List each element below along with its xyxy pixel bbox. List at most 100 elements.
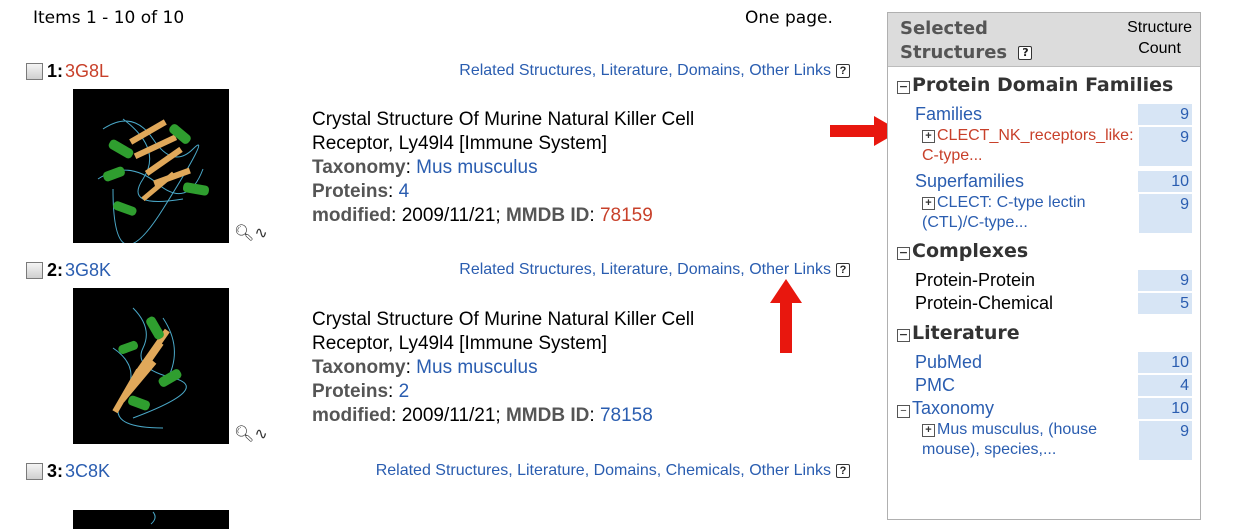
- related-structures-link[interactable]: Related Structures: [376, 462, 509, 479]
- structure-title-cont: Receptor, Ly49l4 [Immune System]: [312, 133, 607, 154]
- result-2-checkbox[interactable]: [26, 261, 43, 279]
- other-links-link[interactable]: Other Links: [749, 462, 831, 479]
- superfamily-item-count[interactable]: 9: [1138, 194, 1192, 233]
- protein-protein-row[interactable]: Protein-Protein 9: [888, 269, 1200, 292]
- superfamilies-count[interactable]: 10: [1138, 171, 1192, 192]
- pmc-count[interactable]: 4: [1138, 375, 1192, 396]
- other-links-link[interactable]: Other Links: [749, 62, 831, 79]
- modified-date: 2009/11/21;: [401, 405, 501, 426]
- result-2-description: Crystal Structure Of Murine Natural Kill…: [312, 309, 695, 426]
- count-header: Structure: [1127, 19, 1192, 36]
- mmdb-id-link[interactable]: 78159: [600, 205, 653, 226]
- expand-icon[interactable]: +: [922, 197, 935, 210]
- zoom-icon[interactable]: 🔍︎∿: [234, 223, 268, 243]
- taxonomy-link[interactable]: Taxonomy: [912, 398, 994, 418]
- related-structures-link[interactable]: Related Structures: [459, 261, 592, 278]
- result-1-description: Crystal Structure Of Murine Natural Kill…: [312, 109, 695, 226]
- zoom-icon[interactable]: 🔍︎∿: [234, 424, 268, 444]
- mmdb-label: MMDB ID: [505, 205, 590, 226]
- collapse-icon[interactable]: −: [897, 81, 910, 94]
- result-number: 1:: [47, 60, 64, 81]
- taxonomy-link[interactable]: Mus musculus: [416, 357, 537, 378]
- section-domain-families[interactable]: − Protein Domain Families: [888, 71, 1200, 99]
- modified-label: modified: [312, 405, 392, 426]
- pubmed-count[interactable]: 10: [1138, 352, 1192, 373]
- section-literature[interactable]: − Literature: [888, 319, 1200, 347]
- help-icon[interactable]: ?: [836, 262, 850, 277]
- protein-chemical-row[interactable]: Protein-Chemical 5: [888, 292, 1200, 315]
- accession-link[interactable]: 3G8L: [65, 61, 109, 82]
- superfamily-item-label[interactable]: CLECT: C-type lectin (CTL)/C-type...: [922, 194, 1086, 231]
- chemicals-link[interactable]: Chemicals: [666, 462, 741, 479]
- help-icon[interactable]: ?: [836, 463, 850, 478]
- accession-link[interactable]: 3G8K: [65, 260, 111, 281]
- collapse-icon[interactable]: −: [897, 247, 910, 260]
- collapse-icon[interactable]: −: [897, 405, 910, 418]
- superfamilies-link[interactable]: Superfamilies: [915, 170, 1024, 193]
- help-icon[interactable]: ?: [836, 63, 850, 78]
- domains-link[interactable]: Domains: [677, 261, 740, 278]
- protein-protein-count[interactable]: 9: [1138, 270, 1192, 291]
- protein-chemical-count[interactable]: 5: [1138, 293, 1192, 314]
- result-1-links: Related Structures, Literature, Domains,…: [330, 60, 850, 82]
- modified-date: 2009/11/21;: [401, 205, 501, 226]
- structure-thumbnail[interactable]: [73, 510, 229, 529]
- section-complexes[interactable]: − Complexes: [888, 237, 1200, 265]
- literature-link[interactable]: Literature: [517, 462, 585, 479]
- taxonomy-item: + Mus musculus, (house mouse), species,..…: [888, 420, 1200, 460]
- result-3-checkbox[interactable]: [26, 462, 43, 480]
- accession-link[interactable]: 3C8K: [65, 461, 110, 482]
- result-1-checkbox[interactable]: [26, 62, 43, 80]
- superfamily-item: + CLECT: C-type lectin (CTL)/C-type... 9: [888, 193, 1200, 233]
- taxonomy-item-count[interactable]: 9: [1138, 421, 1192, 460]
- count-header-cont: Count: [1138, 40, 1181, 57]
- domains-link[interactable]: Domains: [677, 62, 740, 79]
- section-taxonomy: − Taxonomy 10: [888, 397, 1200, 420]
- families-count[interactable]: 9: [1138, 104, 1192, 125]
- taxonomy-count[interactable]: 10: [1138, 398, 1192, 419]
- pubmed-link[interactable]: PubMed: [915, 351, 982, 374]
- taxonomy-item-label[interactable]: Mus musculus, (house mouse), species,...: [922, 421, 1097, 458]
- result-number: 2:: [47, 259, 64, 280]
- result-number: 3:: [47, 460, 64, 481]
- panel-title-cont: Structures: [900, 42, 1008, 63]
- structure-title-cont: Receptor, Ly49l4 [Immune System]: [312, 333, 607, 354]
- domains-link[interactable]: Domains: [594, 462, 657, 479]
- proteins-link[interactable]: 4: [399, 181, 410, 202]
- mmdb-label: MMDB ID: [505, 405, 590, 426]
- pmc-link[interactable]: PMC: [915, 374, 955, 397]
- literature-link[interactable]: Literature: [601, 62, 669, 79]
- related-structures-link[interactable]: Related Structures: [459, 62, 592, 79]
- family-item: + CLECT_NK_receptors_like: C-type... 9: [888, 126, 1200, 166]
- result-2-links: Related Structures, Literature, Domains,…: [330, 259, 850, 281]
- expand-icon[interactable]: +: [922, 424, 935, 437]
- proteins-link[interactable]: 2: [399, 381, 410, 402]
- structure-thumbnail[interactable]: [73, 288, 229, 444]
- collapse-icon[interactable]: −: [897, 329, 910, 342]
- structure-title: Crystal Structure Of Murine Natural Kill…: [312, 309, 695, 330]
- families-link[interactable]: Families: [915, 103, 982, 126]
- pmc-row: PMC 4: [888, 374, 1200, 397]
- result-1-header: 1: 3G8L: [26, 60, 109, 82]
- protein-protein-label: Protein-Protein: [915, 270, 1036, 290]
- literature-link[interactable]: Literature: [601, 261, 669, 278]
- arrow-up-icon: [770, 279, 802, 353]
- protein-chemical-label: Protein-Chemical: [915, 293, 1054, 313]
- result-3-header: 3: 3C8K: [26, 460, 110, 482]
- modified-label: modified: [312, 205, 392, 226]
- structure-thumbnail[interactable]: [73, 89, 229, 243]
- family-item-count[interactable]: 9: [1138, 127, 1192, 166]
- mmdb-id-link[interactable]: 78158: [600, 405, 653, 426]
- panel-title: Selected: [900, 18, 988, 39]
- taxonomy-link[interactable]: Mus musculus: [416, 157, 537, 178]
- proteins-label: Proteins: [312, 181, 389, 202]
- result-3-links: Related Structures, Literature, Domains,…: [330, 460, 850, 482]
- structure-title: Crystal Structure Of Murine Natural Kill…: [312, 109, 695, 130]
- other-links-link[interactable]: Other Links: [749, 261, 831, 278]
- help-icon[interactable]: ?: [1018, 46, 1033, 60]
- result-2-header: 2: 3G8K: [26, 259, 111, 281]
- family-item-label[interactable]: CLECT_NK_receptors_like: C-type...: [922, 127, 1134, 164]
- expand-icon[interactable]: +: [922, 130, 935, 143]
- taxonomy-label: Taxonomy: [312, 357, 406, 378]
- proteins-label: Proteins: [312, 381, 389, 402]
